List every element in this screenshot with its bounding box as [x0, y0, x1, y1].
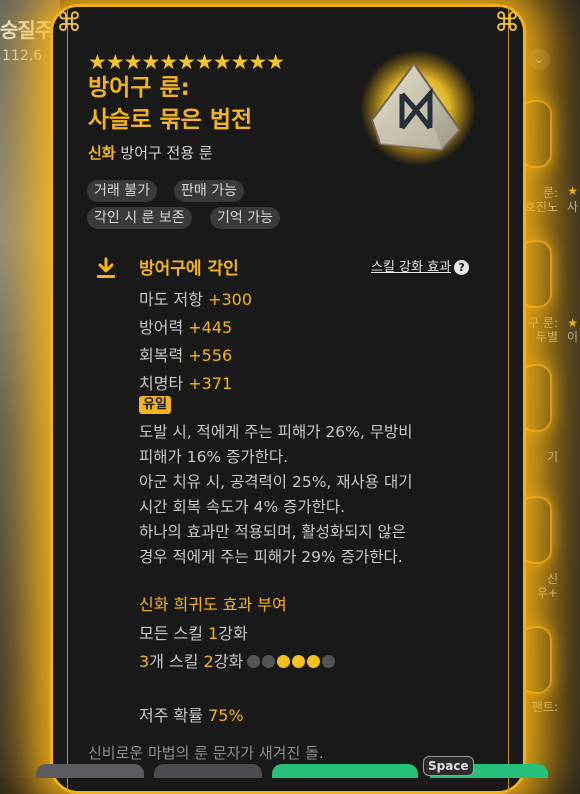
knot-ornament-icon: ⌘ — [56, 8, 82, 38]
item-title: 방어구 룬: 사슬로 묶은 법전 — [88, 72, 252, 136]
item-title-line1: 방어구 룬: — [88, 75, 190, 101]
side-label: 구 룬: — [528, 316, 558, 330]
all-skill-enhance: 모든 스킬 1강화 — [139, 620, 248, 644]
enhance-pip — [262, 655, 276, 668]
text: 저주 확률 — [139, 706, 209, 725]
stat-recovery: 회복력 +556 — [139, 342, 232, 366]
rarity-label: 신화 — [88, 144, 116, 162]
enhance-pip — [277, 655, 291, 668]
background-character-name: 숭질주 — [0, 18, 53, 42]
stat-name: 방어력 — [139, 318, 189, 337]
text: 강화 — [218, 624, 248, 643]
confirm-button[interactable] — [272, 764, 418, 778]
unique-effect-line: 하나의 효과만 적용되며, 활성화되지 않은 — [139, 523, 407, 541]
side-label: 사 — [566, 200, 578, 214]
side-label: 호진노 — [524, 200, 558, 214]
unique-effect-line: 시간 회복 속도가 4% 증가한다. — [139, 498, 346, 516]
enhance-pip — [247, 655, 261, 668]
stat-value: +556 — [188, 346, 233, 365]
tag-memorable: 기억 가능 — [210, 207, 280, 229]
item-title-line2: 사슬로 묶은 법전 — [88, 107, 253, 133]
stat-value: +371 — [188, 374, 233, 393]
star-icon: ★ — [567, 316, 578, 330]
skill-enhance-link[interactable]: 스킬 강화 효과? — [371, 256, 470, 275]
stat-name: 마도 저항 — [139, 290, 209, 309]
side-label: 우+ — [536, 586, 558, 600]
unique-badge: 유일 — [139, 396, 171, 414]
curse-chance: 저주 확률 75% — [139, 702, 244, 726]
bottom-button[interactable] — [36, 764, 144, 778]
stat-name: 회복력 — [139, 346, 189, 365]
value: 75% — [208, 706, 244, 725]
unique-effect-line: 아군 치유 시, 공격력이 25%, 재사용 대기 — [139, 473, 413, 491]
side-label: 두별 — [535, 330, 558, 344]
value: 2 — [203, 652, 214, 671]
stat-name: 치명타 — [139, 374, 189, 393]
background-combat-power: 112,6 — [2, 48, 43, 64]
engrave-title: 방어구에 각인 — [139, 259, 239, 279]
mythic-grant-title: 신화 희귀도 효과 부여 — [139, 595, 287, 614]
text: 개 스킬 — [149, 652, 204, 671]
side-label: 팬트: — [531, 700, 558, 714]
tag-sellable: 판매 가능 — [174, 180, 244, 202]
skill-enhance-label: 스킬 강화 효과 — [371, 260, 452, 275]
value: 1 — [208, 624, 219, 643]
chevron-down-icon[interactable]: ⌄ — [528, 48, 550, 70]
unique-effect-line: 경우 적에게 주는 피해가 29% 증가한다. — [139, 548, 403, 566]
unique-effect-line: 피해가 16% 증가한다. — [139, 448, 289, 466]
unique-effect-line: 도발 시, 적에게 주는 피해가 26%, 무방비 — [139, 423, 413, 441]
hotkey-space: Space — [423, 756, 474, 776]
side-label: 신 — [546, 572, 558, 586]
enhance-pip — [307, 655, 321, 668]
rune-stone-icon — [360, 50, 476, 166]
enhance-pip — [292, 655, 306, 668]
side-label: 이 — [566, 330, 578, 344]
text: 모든 스킬 — [139, 624, 209, 643]
help-icon[interactable]: ? — [454, 260, 470, 275]
flavor-text: 신비로운 마법의 룬 문자가 새겨진 돌. — [88, 744, 324, 762]
star-rating: ★★★★★★★★★★★ — [88, 50, 285, 74]
value: 3 — [139, 652, 150, 671]
stat-value: +445 — [188, 318, 233, 337]
knot-ornament-icon: ⌘ — [494, 8, 520, 38]
enhance-pip — [322, 655, 336, 668]
side-label: 기 — [546, 450, 558, 464]
skill-enhance-count: 3개 스킬 2강화 — [139, 648, 337, 672]
item-type: 방어구 전용 룬 — [120, 144, 213, 162]
stat-defense: 방어력 +445 — [139, 314, 232, 338]
stat-magic-resist: 마도 저항 +300 — [139, 286, 252, 310]
enhance-pips — [247, 653, 337, 672]
item-subtitle: 신화 방어구 전용 룬 — [88, 142, 213, 163]
text: 강화 — [213, 652, 244, 671]
star-icon: ★ — [567, 184, 578, 198]
side-label: 룬: — [542, 186, 558, 200]
tag-rune-preserve: 각인 시 룬 보존 — [87, 207, 192, 229]
tag-untradeable: 거래 불가 — [87, 180, 157, 202]
stat-critical: 치명타 +371 — [139, 370, 232, 394]
bottom-button[interactable] — [154, 764, 262, 778]
stat-value: +300 — [208, 290, 253, 309]
download-engrave-icon — [97, 257, 115, 278]
